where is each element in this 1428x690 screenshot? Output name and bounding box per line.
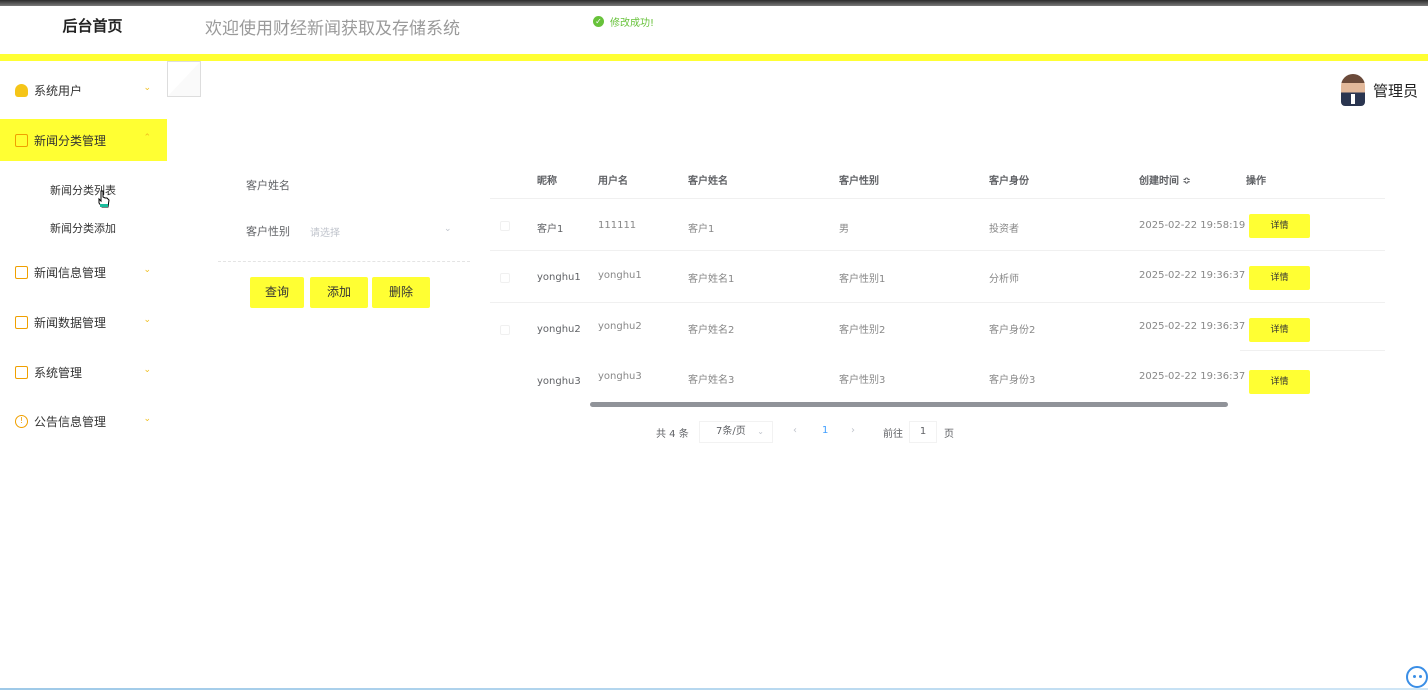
detail-button[interactable]: 详情 xyxy=(1249,214,1310,238)
system-title: 欢迎使用财经新闻获取及存储系统 xyxy=(205,19,460,39)
toast-text: 修改成功! xyxy=(610,18,655,29)
cell-nickname: yonghu2 xyxy=(537,324,581,335)
sidebar-item-label: 新闻信息管理 xyxy=(34,265,107,280)
user-menu[interactable]: 管理员 xyxy=(1340,74,1418,106)
cell-customer-identity: 客户身份2 xyxy=(989,325,1036,336)
sidebar-item-system-users[interactable]: 系统用户 ⌄ xyxy=(0,69,167,111)
sidebar-item-label: 公告信息管理 xyxy=(34,414,107,429)
sidebar-item-system-admin[interactable]: 系统管理 ⌄ xyxy=(0,351,167,393)
detail-button[interactable]: 详情 xyxy=(1249,266,1310,290)
detail-button[interactable]: 详情 xyxy=(1249,318,1310,342)
row-checkbox[interactable] xyxy=(500,221,510,231)
page-size-select[interactable]: 7条/页 ⌄ xyxy=(699,421,773,443)
box-icon xyxy=(15,315,28,329)
cell-customer-gender: 客户性别1 xyxy=(839,274,886,285)
prev-page-button[interactable]: ‹ xyxy=(793,425,797,436)
customer-name-label: 客户姓名 xyxy=(246,179,290,192)
chevron-up-icon: ⌃ xyxy=(143,133,151,143)
box-icon xyxy=(15,265,28,279)
chevron-down-icon: ⌄ xyxy=(444,224,452,234)
info-icon: ! xyxy=(15,414,28,428)
delete-button[interactable]: 删除 xyxy=(372,277,430,308)
cell-customer-name: 客户姓名1 xyxy=(688,274,735,285)
user-name: 管理员 xyxy=(1372,81,1418,100)
sidebar-item-news-info[interactable]: 新闻信息管理 ⌄ xyxy=(0,251,167,293)
cell-customer-identity: 分析师 xyxy=(989,274,1019,285)
row-checkbox[interactable] xyxy=(500,273,510,283)
sidebar-item-news-category[interactable]: 新闻分类管理 ⌃ xyxy=(0,119,167,161)
column-header-created-time[interactable]: 创建时间 ≎ xyxy=(1139,172,1191,187)
row-divider xyxy=(490,198,1385,199)
chevron-down-icon: ⌄ xyxy=(143,315,151,325)
brand-home-link[interactable]: 后台首页 xyxy=(0,6,185,54)
header-accent-bar xyxy=(0,54,1428,61)
chevron-down-icon: ⌄ xyxy=(143,265,151,275)
check-icon: ✓ xyxy=(593,16,604,27)
cell-customer-identity: 客户身份3 xyxy=(989,375,1036,386)
customer-gender-label: 客户性别 xyxy=(246,225,290,238)
sidebar-item-label: 系统用户 xyxy=(34,83,83,98)
header: 后台首页 欢迎使用财经新闻获取及存储系统 ✓ 修改成功! xyxy=(0,6,1428,54)
column-header-customer-name: 客户姓名 xyxy=(688,176,728,187)
add-button[interactable]: 添加 xyxy=(310,277,368,308)
cell-nickname: yonghu1 xyxy=(537,272,581,283)
cell-customer-name: 客户姓名2 xyxy=(688,325,735,336)
cell-username: yonghu2 xyxy=(598,321,642,332)
chat-assistant-icon[interactable] xyxy=(1406,666,1428,688)
goto-page-input[interactable]: 1 xyxy=(909,421,937,443)
chevron-down-icon: ⌄ xyxy=(757,427,764,436)
column-header-nickname: 昵称 xyxy=(537,176,557,187)
next-page-button[interactable]: › xyxy=(851,425,855,436)
user-icon xyxy=(15,83,28,97)
table-horizontal-scrollbar[interactable] xyxy=(590,402,1228,407)
goto-label: 前往 xyxy=(883,429,903,440)
cell-username: yonghu1 xyxy=(598,270,642,281)
cell-customer-name: 客户姓名3 xyxy=(688,375,735,386)
collapse-toggle[interactable] xyxy=(167,61,201,97)
sidebar-item-label: 新闻分类管理 xyxy=(34,133,107,148)
chevron-down-icon: ⌄ xyxy=(143,83,151,93)
gender-select[interactable]: 请选择 xyxy=(310,224,340,239)
cell-username: yonghu3 xyxy=(598,371,642,382)
cell-customer-gender: 男 xyxy=(839,224,849,235)
chevron-down-icon: ⌄ xyxy=(143,414,151,424)
sidebar-item-news-data[interactable]: 新闻数据管理 ⌄ xyxy=(0,301,167,343)
cell-nickname: yonghu3 xyxy=(537,376,581,387)
hand-cursor-icon xyxy=(98,190,110,208)
cell-created-time: 2025-02-22 19:36:37 xyxy=(1139,270,1246,281)
query-button[interactable]: 查询 xyxy=(250,277,304,308)
column-header-actions: 操作 xyxy=(1246,176,1266,187)
pagination-total: 共 4 条 xyxy=(656,429,689,440)
sidebar-item-label: 系统管理 xyxy=(34,365,83,380)
column-header-customer-identity: 客户身份 xyxy=(989,176,1029,187)
cell-username: 111111 xyxy=(598,220,637,231)
sidebar-item-announcements[interactable]: ! 公告信息管理 ⌄ xyxy=(0,400,167,442)
row-checkbox[interactable] xyxy=(500,325,510,335)
form-divider xyxy=(218,261,470,262)
cell-created-time: 2025-02-22 19:58:19 xyxy=(1139,220,1246,231)
detail-button[interactable]: 详情 xyxy=(1249,370,1310,394)
cell-customer-name: 客户1 xyxy=(688,224,715,235)
column-header-username: 用户名 xyxy=(598,176,628,187)
sidebar-subitem-category-add[interactable]: 新闻分类添加 xyxy=(50,220,116,236)
cell-created-time: 2025-02-22 19:36:37 xyxy=(1139,321,1246,332)
page-size-value: 7条/页 xyxy=(716,426,746,437)
cell-customer-gender: 客户性别3 xyxy=(839,375,886,386)
image-icon xyxy=(15,365,28,379)
row-divider xyxy=(490,302,1385,303)
cell-customer-gender: 客户性别2 xyxy=(839,325,886,336)
box-icon xyxy=(15,133,28,147)
sidebar-item-label: 新闻数据管理 xyxy=(34,315,107,330)
avatar xyxy=(1340,74,1365,106)
chevron-down-icon: ⌄ xyxy=(143,365,151,375)
page-number-current[interactable]: 1 xyxy=(822,425,828,436)
row-divider xyxy=(490,250,1385,251)
success-toast: ✓ 修改成功! xyxy=(593,14,654,29)
cell-nickname: 客户1 xyxy=(537,224,564,235)
row-divider xyxy=(1240,350,1385,351)
column-header-customer-gender: 客户性别 xyxy=(839,176,879,187)
page-unit-label: 页 xyxy=(944,429,954,440)
cell-customer-identity: 投资者 xyxy=(989,224,1019,235)
cell-created-time: 2025-02-22 19:36:37 xyxy=(1139,371,1246,382)
